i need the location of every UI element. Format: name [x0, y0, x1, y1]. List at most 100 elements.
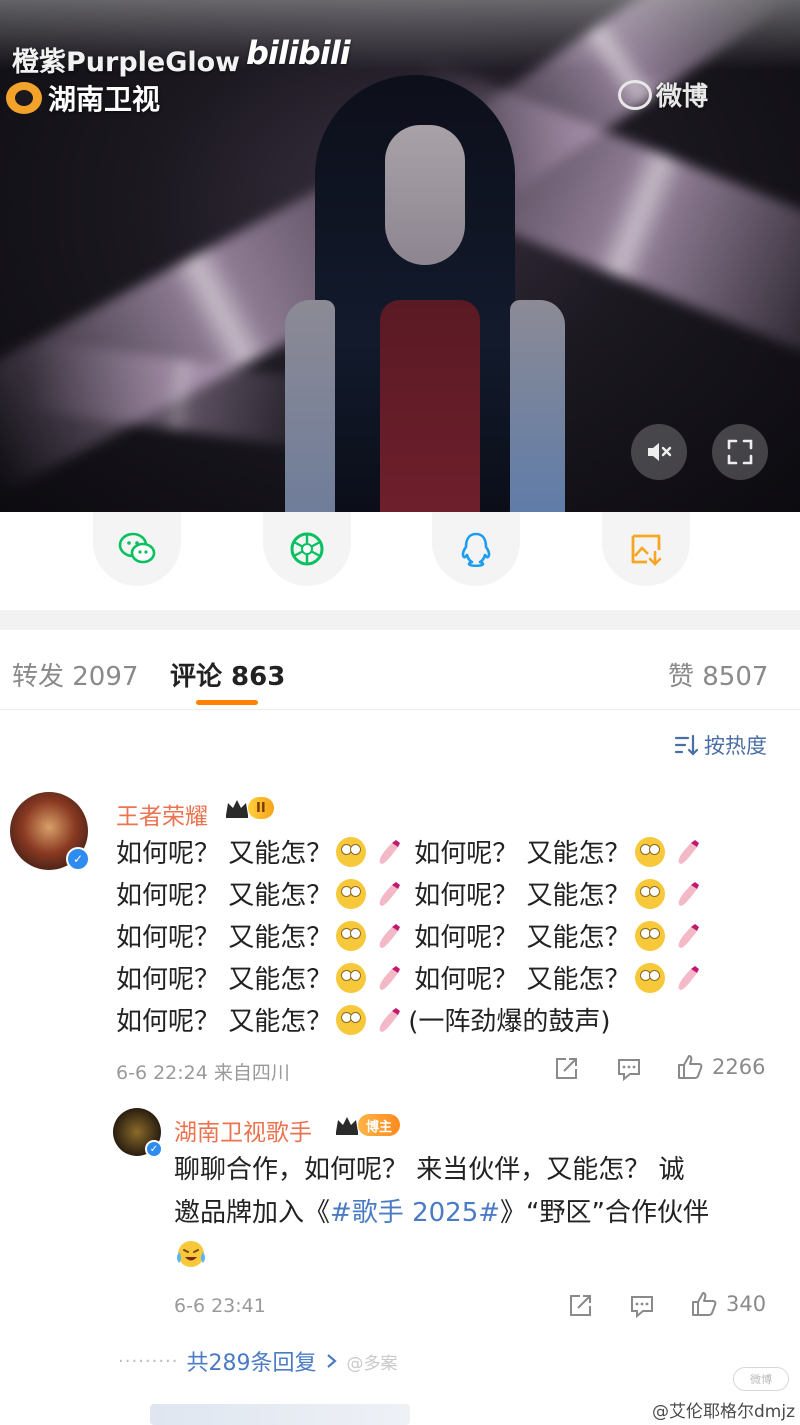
comment-time-location: 6-6 22:24 来自四川	[116, 1062, 290, 1084]
comment-phrase: 如何呢？ 又能怎？	[116, 881, 333, 911]
hunan-tv-logo-text: 湖南卫视	[48, 83, 161, 116]
like-count: 340	[726, 1292, 767, 1316]
reply-username[interactable]: 湖南卫视歌手	[174, 1113, 312, 1147]
member-level: II	[248, 797, 274, 819]
comment-line: 如何呢？ 又能怎？ (一阵劲爆的鼓声)	[116, 1001, 786, 1043]
like-reply-button[interactable]: 340	[690, 1290, 766, 1318]
host-badge-label: 博主	[358, 1114, 401, 1136]
sort-label: 按热度	[704, 734, 767, 758]
weibo-watermark-badge: 微博	[733, 1367, 789, 1391]
nail-polish-emoji-icon	[379, 1008, 401, 1032]
nail-polish-emoji-icon	[379, 924, 401, 948]
comment-line: 如何呢？ 又能怎？ 如何呢？ 又能怎？	[116, 875, 786, 917]
eye-roll-emoji-icon	[634, 837, 665, 867]
comment-line: 如何呢？ 又能怎？ 如何呢？ 又能怎？	[116, 833, 786, 875]
share-row	[0, 512, 800, 610]
view-all-replies-link[interactable]: ········· 共289条回复 @多案	[118, 1345, 398, 1377]
share-wechat-button[interactable]	[93, 512, 181, 586]
qq-icon	[461, 532, 491, 568]
share-qq-button[interactable]	[432, 512, 520, 586]
active-tab-indicator	[196, 700, 258, 705]
reply-line: 邀品牌加入《#歌手 2025#》“野区”合作伙伴	[174, 1192, 774, 1235]
bilibili-logo: bilibili	[246, 34, 351, 72]
thumbs-up-icon	[678, 1055, 703, 1079]
like-comment-button[interactable]: 2266	[676, 1053, 765, 1081]
reply-phrase: 邀品牌加入《	[174, 1198, 331, 1228]
faded-watermark: @多案	[346, 1353, 398, 1374]
reply-line	[174, 1235, 774, 1278]
comment-phrase: 如何呢？ 又能怎？	[414, 965, 631, 995]
nail-polish-emoji-icon	[379, 882, 401, 906]
save-image-icon	[631, 534, 662, 566]
eye-roll-emoji-icon	[336, 879, 367, 909]
host-crown-badge: 博主	[334, 1114, 401, 1136]
reply-comment-button[interactable]	[615, 1055, 643, 1083]
tears-of-joy-emoji-icon	[177, 1241, 205, 1267]
crown-icon	[336, 1117, 358, 1135]
eye-roll-emoji-icon	[634, 963, 665, 993]
hashtag-link[interactable]: #歌手 2025#	[330, 1198, 500, 1228]
share-moments-button[interactable]	[263, 512, 351, 586]
eye-roll-emoji-icon	[634, 879, 665, 909]
share-icon	[556, 1058, 577, 1079]
uploader-watermark: 橙紫PurpleGlow	[12, 47, 241, 78]
reply-phrase: 》“野区”合作伙伴	[500, 1198, 709, 1228]
comment-phrase: 如何呢？ 又能怎？	[414, 881, 631, 911]
footer-watermark: @艾伦耶格尔dmjz	[652, 1402, 795, 1422]
reply-line: 聊聊合作，如何呢？ 来当伙伴，又能怎？ 诚	[174, 1155, 685, 1185]
weibo-watermark-text: 微博	[656, 82, 709, 112]
nail-polish-emoji-icon	[678, 882, 699, 906]
reply-text: 聊聊合作，如何呢？ 来当伙伴，又能怎？ 诚 邀品牌加入《#歌手 2025#》“野…	[174, 1149, 774, 1278]
repost-reply-button[interactable]	[566, 1292, 594, 1320]
weibo-watermark: 微博	[618, 76, 708, 113]
comment-line: 如何呢？ 又能怎？ 如何呢？ 又能怎？	[116, 959, 786, 1001]
thumbs-up-icon	[692, 1292, 717, 1316]
video-player[interactable]: 橙紫PurpleGlow bilibili 湖南卫视 微博	[0, 0, 800, 512]
mute-button[interactable]	[631, 424, 687, 480]
singer-dress	[380, 300, 480, 512]
comment-phrase: 如何呢？ 又能怎？	[116, 965, 333, 995]
sort-icon	[674, 734, 698, 756]
comment-phrase: 如何呢？ 又能怎？	[116, 923, 333, 953]
eye-roll-emoji-icon	[336, 1005, 367, 1035]
section-divider	[0, 610, 800, 630]
nail-polish-emoji-icon	[379, 840, 401, 864]
reply-reply-button[interactable]	[628, 1292, 656, 1320]
fullscreen-button[interactable]	[712, 424, 768, 480]
nail-polish-emoji-icon	[678, 924, 699, 948]
moments-icon	[290, 532, 324, 566]
save-image-button[interactable]	[602, 512, 690, 586]
hunan-tv-logo-icon	[6, 82, 42, 114]
wechat-icon	[118, 532, 156, 564]
nail-polish-emoji-icon	[678, 966, 699, 990]
dotted-connector: ·········	[118, 1350, 179, 1372]
tab-repost[interactable]: 转发 2097	[12, 656, 138, 693]
singer-face	[385, 125, 465, 265]
tab-comments[interactable]: 评论 863	[170, 656, 285, 693]
interaction-tabs: 转发 2097 评论 863 赞 8507	[0, 630, 800, 710]
like-count: 2266	[712, 1055, 766, 1079]
eye-roll-emoji-icon	[336, 837, 367, 867]
hunan-tv-logo: 湖南卫视	[6, 78, 160, 118]
comment-phrase: 如何呢？ 又能怎？	[116, 1007, 333, 1037]
eye-roll-emoji-icon	[634, 921, 665, 951]
repost-comment-button[interactable]	[552, 1055, 580, 1083]
chevron-right-icon	[326, 1354, 337, 1368]
eye-roll-emoji-icon	[336, 921, 367, 951]
comment-icon	[631, 1296, 653, 1319]
nail-polish-emoji-icon	[678, 840, 699, 864]
fullscreen-icon	[727, 439, 753, 465]
next-comment-preview	[150, 1404, 410, 1425]
nail-polish-emoji-icon	[379, 966, 401, 990]
sort-by-hot-button[interactable]: 按热度	[674, 730, 767, 760]
tab-likes[interactable]: 赞 8507	[668, 656, 768, 693]
comment-line: 如何呢？ 又能怎？ 如何呢？ 又能怎？	[116, 917, 786, 959]
singer-arm	[285, 300, 335, 512]
comment-phrase: 如何呢？ 又能怎？	[414, 923, 631, 953]
comment-phrase: 如何呢？ 又能怎？	[414, 839, 631, 869]
speaker-muted-icon	[648, 443, 672, 461]
weibo-logo-icon	[618, 79, 652, 110]
crown-icon	[226, 800, 248, 818]
comment-username[interactable]: 王者荣耀	[116, 797, 208, 831]
verified-badge-icon: ✓	[66, 847, 90, 871]
